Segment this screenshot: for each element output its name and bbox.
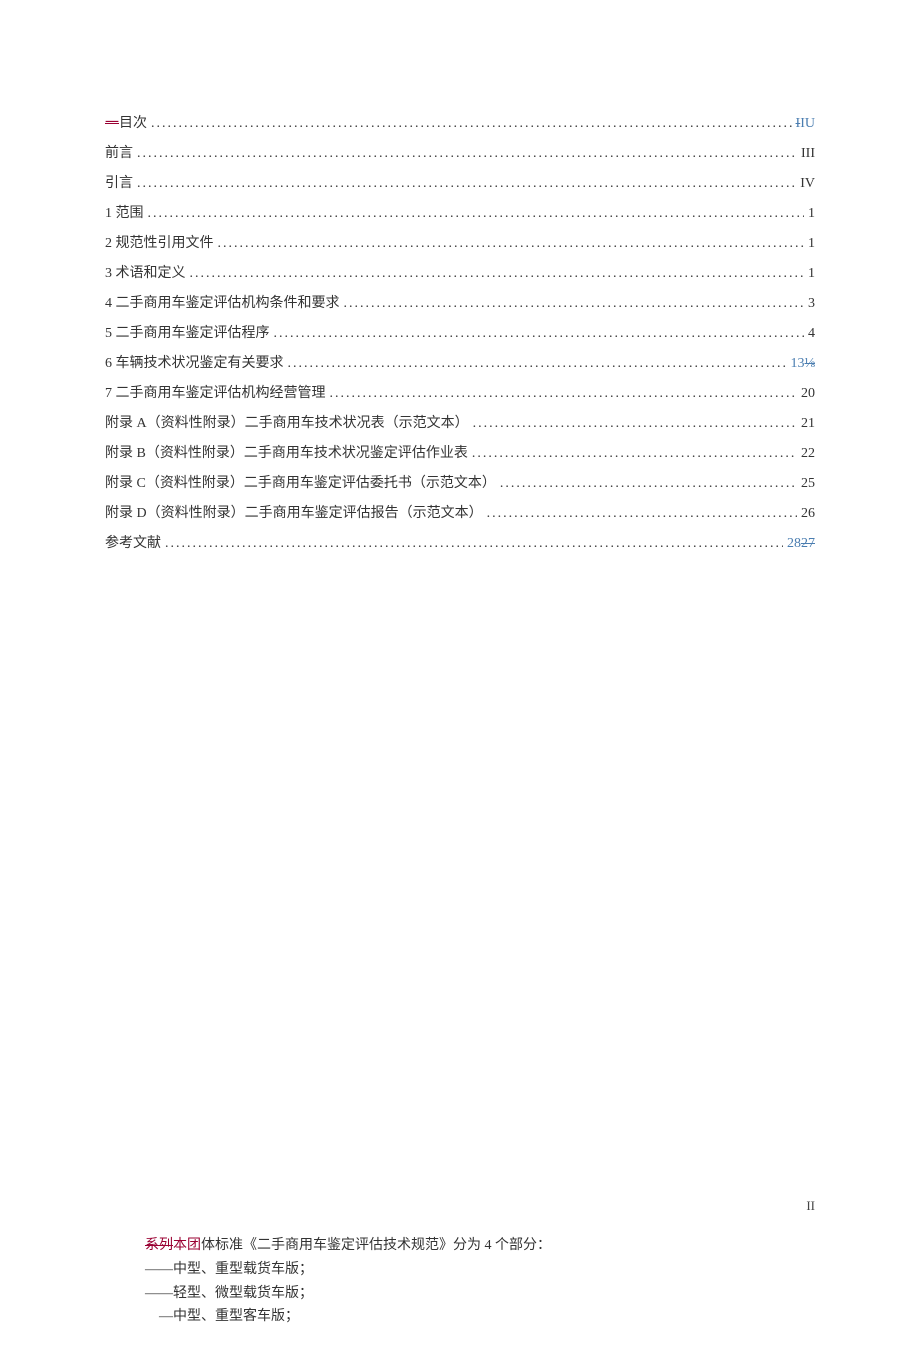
toc-page: 21	[801, 410, 815, 438]
toc-page: 25	[801, 470, 815, 498]
toc-row: 3 术语和定义 1	[105, 260, 815, 288]
toc-label: 4 二手商用车鉴定评估机构条件和要求	[105, 290, 340, 318]
toc-leader-dots	[151, 110, 792, 138]
toc-page: 20	[801, 380, 815, 408]
body-line: 系列本团体标准《二手商用车鉴定评估技术规范》分为 4 个部分：	[145, 1234, 815, 1258]
toc-page: 3	[808, 290, 815, 318]
strike-text: 一	[105, 116, 119, 131]
text: 体标准《二手商用车鉴定评估技术规范》分为 4 个部分：	[201, 1238, 551, 1253]
toc-label: 前言	[105, 140, 133, 168]
toc-leader-dots	[487, 500, 797, 528]
toc-row: 2 规范性引用文件 1	[105, 230, 815, 258]
toc-leader-dots	[500, 470, 797, 498]
page-number: II	[105, 1198, 815, 1214]
toc-page: 1	[808, 200, 815, 228]
page-text: 28	[787, 536, 801, 551]
strike-text: 系列	[145, 1238, 173, 1253]
body-line: —中型、重型客车版；	[145, 1305, 815, 1329]
toc-row: 附录 D（资料性附录）二手商用车鉴定评估报告（示范文本） 26	[105, 500, 815, 528]
body-line: ——轻型、微型载货车版；	[145, 1282, 815, 1306]
toc-leader-dots	[148, 200, 805, 228]
toc-page: 2827	[787, 530, 815, 558]
toc-label: 1 范围	[105, 200, 144, 228]
toc-leader-dots	[472, 440, 797, 468]
toc-row: 附录 B（资料性附录）二手商用车技术状况鉴定评估作业表 22	[105, 440, 815, 468]
toc-label: 2 规范性引用文件	[105, 230, 214, 258]
toc-leader-dots	[218, 230, 805, 258]
toc-leader-dots	[190, 260, 805, 288]
toc-row: 4 二手商用车鉴定评估机构条件和要求 3	[105, 290, 815, 318]
toc-row: 6 车辆技术状况鉴定有关要求 13⅛	[105, 350, 815, 378]
toc-leader-dots	[274, 320, 805, 348]
toc-row: 5 二手商用车鉴定评估程序 4	[105, 320, 815, 348]
toc-page: 4	[808, 320, 815, 348]
toc-label: 一目次	[105, 110, 147, 138]
page-text: IU	[800, 116, 815, 131]
toc-row: 一目次 IIU	[105, 110, 815, 138]
toc-row: 1 范围 1	[105, 200, 815, 228]
toc-label: 附录 B（资料性附录）二手商用车技术状况鉴定评估作业表	[105, 440, 468, 468]
inserted-text: 本团	[173, 1238, 201, 1253]
toc-leader-dots	[137, 170, 796, 198]
toc-row: 引言 IV	[105, 170, 815, 198]
toc-leader-dots	[165, 530, 783, 558]
page-text: 13	[791, 356, 805, 371]
toc-leader-dots	[344, 290, 805, 318]
toc-label: 3 术语和定义	[105, 260, 186, 288]
toc-label: 附录 D（资料性附录）二手商用车鉴定评估报告（示范文本）	[105, 500, 483, 528]
toc-row: 附录 A（资料性附录）二手商用车技术状况表（示范文本） 21	[105, 410, 815, 438]
document-page: 一目次 IIU 前言 III 引言 IV 1 范围 1 2 规范性引用文件	[0, 0, 920, 1369]
table-of-contents: 一目次 IIU 前言 III 引言 IV 1 范围 1 2 规范性引用文件	[105, 110, 815, 558]
label-text: 目次	[119, 116, 147, 131]
toc-label: 6 车辆技术状况鉴定有关要求	[105, 350, 284, 378]
toc-row: 附录 C（资料性附录）二手商用车鉴定评估委托书（示范文本） 25	[105, 470, 815, 498]
page-strike: 27	[801, 536, 815, 551]
toc-page: 1	[808, 230, 815, 258]
toc-page: 22	[801, 440, 815, 468]
toc-label: 附录 A（资料性附录）二手商用车技术状况表（示范文本）	[105, 410, 469, 438]
toc-page: 13⅛	[791, 350, 816, 378]
toc-label: 7 二手商用车鉴定评估机构经营管理	[105, 380, 326, 408]
toc-page: IIU	[796, 110, 815, 138]
toc-page: IV	[800, 170, 815, 198]
body-text: 系列本团体标准《二手商用车鉴定评估技术规范》分为 4 个部分： ——中型、重型载…	[105, 1234, 815, 1329]
toc-row: 7 二手商用车鉴定评估机构经营管理 20	[105, 380, 815, 408]
toc-label: 参考文献	[105, 530, 161, 558]
body-line: ——中型、重型载货车版；	[145, 1258, 815, 1282]
toc-page: 26	[801, 500, 815, 528]
toc-leader-dots	[288, 350, 787, 378]
toc-leader-dots	[137, 140, 797, 168]
toc-label: 5 二手商用车鉴定评估程序	[105, 320, 270, 348]
toc-row: 前言 III	[105, 140, 815, 168]
page-strike: ⅛	[805, 356, 816, 371]
toc-page: III	[801, 140, 815, 168]
toc-label: 附录 C（资料性附录）二手商用车鉴定评估委托书（示范文本）	[105, 470, 496, 498]
toc-leader-dots	[473, 410, 797, 438]
toc-label: 引言	[105, 170, 133, 198]
toc-row: 参考文献 2827	[105, 530, 815, 558]
toc-leader-dots	[330, 380, 798, 408]
toc-page: 1	[808, 260, 815, 288]
